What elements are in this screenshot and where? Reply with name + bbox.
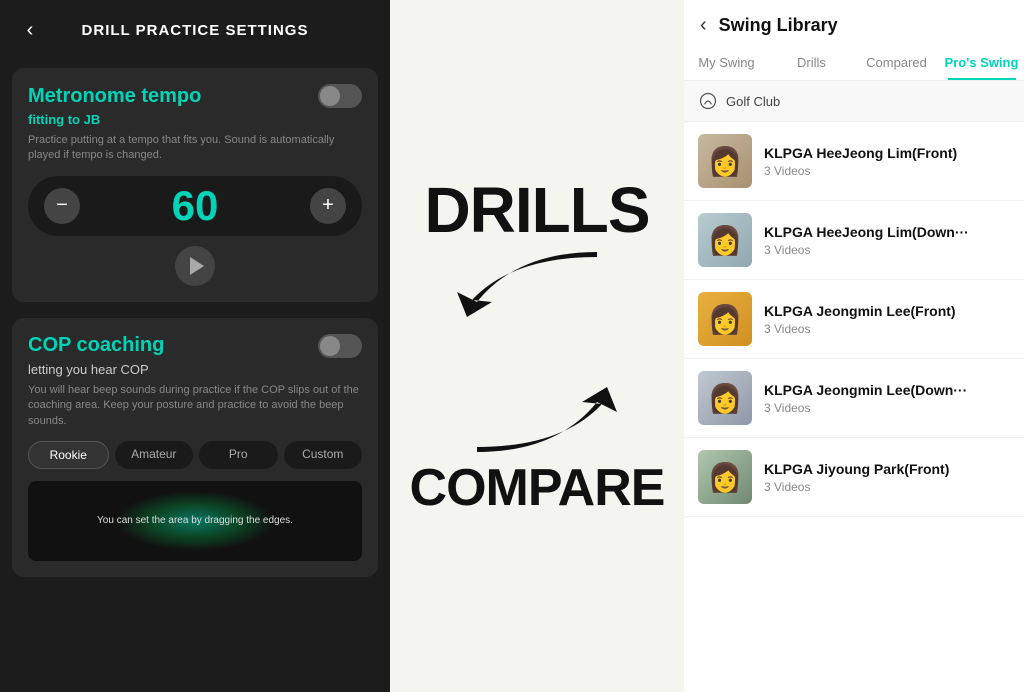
right-back-button[interactable]: ‹ (700, 14, 707, 37)
tab-my-swing[interactable]: My Swing (684, 45, 769, 80)
right-title: Swing Library (719, 15, 838, 36)
item-name: KLPGA Jiyoung Park(Front) (764, 461, 1010, 477)
play-btn-wrap (28, 246, 362, 286)
list-item[interactable]: 👩 KLPGA HeeJeong Lim(Front) 3 Videos (684, 122, 1024, 201)
level-amateur[interactable]: Amateur (115, 441, 194, 469)
tempo-minus-button[interactable]: − (44, 188, 80, 224)
avatar: 👩 (698, 292, 752, 346)
drills-section: DRILLS (424, 178, 649, 322)
list-item[interactable]: 👩 KLPGA Jeongmin Lee(Front) 3 Videos (684, 280, 1024, 359)
item-videos: 3 Videos (764, 164, 1010, 178)
cop-card: COP coaching letting you hear COP You wi… (12, 318, 378, 577)
metronome-subtitle: fitting to JB (28, 112, 362, 127)
cop-subtitle: letting you hear COP (28, 362, 362, 377)
compare-label: COMPARE (410, 462, 665, 514)
play-button[interactable] (175, 246, 215, 286)
item-videos: 3 Videos (764, 401, 1010, 415)
level-rookie[interactable]: Rookie (28, 441, 109, 469)
level-custom[interactable]: Custom (284, 441, 363, 469)
cop-visual-text: You can set the area by dragging the edg… (97, 515, 293, 526)
left-panel: ‹ DRILL PRACTICE SETTINGS Metronome temp… (0, 0, 390, 692)
list-item[interactable]: 👩 KLPGA HeeJeong Lim(Down··· 3 Videos (684, 201, 1024, 280)
cop-title: COP coaching (28, 334, 164, 357)
section-header: Golf Club (684, 81, 1024, 122)
metronome-desc: Practice putting at a tempo that fits yo… (28, 133, 362, 164)
tab-compared[interactable]: Compared (854, 45, 939, 80)
tab-pros-swing[interactable]: Pro's Swing (939, 45, 1024, 80)
tempo-control: − 60 + (28, 176, 362, 236)
metronome-title: Metronome tempo (28, 85, 201, 108)
avatar: 👩 (698, 134, 752, 188)
avatar: 👩 (698, 371, 752, 425)
drills-arrow (437, 242, 637, 322)
right-header: ‹ Swing Library (684, 0, 1024, 37)
middle-panel: DRILLS COMPARE (390, 0, 684, 692)
right-panel: ‹ Swing Library My Swing Drills Compared… (684, 0, 1024, 692)
cop-desc: You will hear beep sounds during practic… (28, 383, 362, 429)
left-header: ‹ DRILL PRACTICE SETTINGS (0, 0, 390, 60)
cop-card-header: COP coaching (28, 334, 362, 358)
avatar: 👩 (698, 450, 752, 504)
item-videos: 3 Videos (764, 322, 1010, 336)
metronome-card: Metronome tempo fitting to JB Practice p… (12, 68, 378, 302)
item-name: KLPGA Jeongmin Lee(Down··· (764, 382, 1010, 398)
avatar: 👩 (698, 213, 752, 267)
left-back-button[interactable]: ‹ (16, 16, 44, 44)
list-container: 👩 KLPGA HeeJeong Lim(Front) 3 Videos 👩 K… (684, 122, 1024, 692)
compare-arrow (437, 382, 637, 462)
item-name: KLPGA HeeJeong Lim(Front) (764, 145, 1010, 161)
list-item[interactable]: 👩 KLPGA Jiyoung Park(Front) 3 Videos (684, 438, 1024, 517)
cop-visual: You can set the area by dragging the edg… (28, 481, 362, 561)
compare-section: COMPARE (410, 382, 665, 514)
tab-drills[interactable]: Drills (769, 45, 854, 80)
right-tabs: My Swing Drills Compared Pro's Swing (684, 45, 1024, 81)
metronome-toggle[interactable] (318, 84, 362, 108)
tempo-plus-button[interactable]: + (310, 188, 346, 224)
tempo-value: 60 (172, 182, 219, 230)
item-videos: 3 Videos (764, 480, 1010, 494)
golf-club-icon (698, 91, 718, 111)
item-name: KLPGA HeeJeong Lim(Down··· (764, 224, 1010, 240)
section-label: Golf Club (726, 94, 780, 109)
cop-toggle[interactable] (318, 334, 362, 358)
list-item[interactable]: 👩 KLPGA Jeongmin Lee(Down··· 3 Videos (684, 359, 1024, 438)
left-title: DRILL PRACTICE SETTINGS (44, 22, 346, 39)
item-name: KLPGA Jeongmin Lee(Front) (764, 303, 1010, 319)
drills-label: DRILLS (424, 178, 649, 242)
item-videos: 3 Videos (764, 243, 1010, 257)
cop-levels: Rookie Amateur Pro Custom (28, 441, 362, 469)
level-pro[interactable]: Pro (199, 441, 278, 469)
metronome-card-header: Metronome tempo (28, 84, 362, 108)
